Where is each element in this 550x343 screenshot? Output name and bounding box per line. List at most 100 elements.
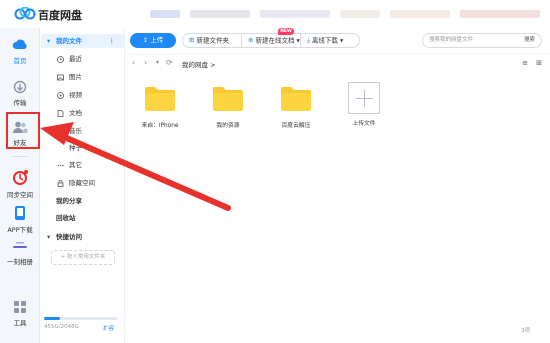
expand-storage-link[interactable]: 扩容 xyxy=(103,324,114,332)
transfer-icon xyxy=(13,80,27,94)
rail-item-app-download[interactable]: APP下载 xyxy=(0,205,40,234)
storage-usage-text: 455G/2048G xyxy=(44,324,79,330)
photo-album-icon xyxy=(13,242,27,248)
forward-arrow-icon[interactable]: › xyxy=(144,58,147,67)
more-options-icon[interactable]: ⋮ xyxy=(109,34,116,48)
sidebar-item-my-files[interactable]: ▾ 我的文件 ⋮ xyxy=(41,34,125,48)
storage-progress-fill xyxy=(44,317,61,320)
folder-icon xyxy=(145,87,175,111)
folder-icon xyxy=(213,87,243,111)
sidebar-item-torrents[interactable]: 种子 xyxy=(41,141,125,155)
sidebar-item-others[interactable]: 其它 xyxy=(41,158,125,172)
rail-item-tools[interactable]: 工具 xyxy=(0,300,40,327)
new-folder-icon: ⊞ xyxy=(189,36,195,44)
rail-item-sync-space[interactable]: 同步空间 xyxy=(0,170,40,199)
back-arrow-icon[interactable]: ‹ xyxy=(132,58,135,67)
blurred-area xyxy=(460,10,540,18)
sidebar-label-hidden-space: 隐藏空间 xyxy=(69,179,95,187)
offline-download-label: 离线下载 xyxy=(311,36,338,45)
file-name: 我的资源 xyxy=(216,123,240,129)
sidebar-label-torrents: 种子 xyxy=(69,144,82,152)
file-name: 上传文件 xyxy=(352,121,376,127)
doc-plus-icon: ⊕ xyxy=(248,36,254,44)
sidebar-label-music: 音乐 xyxy=(69,127,82,135)
blurred-area xyxy=(150,10,180,18)
upload-button[interactable]: ⇪ 上传 xyxy=(130,33,176,48)
folder-item[interactable]: 来自：iPhone xyxy=(130,84,190,129)
sidebar-item-recent[interactable]: 最近 xyxy=(41,52,125,66)
navigation-bar: ‹ › ▾ ⟳ 我的网盘 > ≡ ⊞ xyxy=(126,54,550,70)
search-input[interactable]: 搜索我的网盘文件 搜索 xyxy=(422,33,542,48)
blurred-area xyxy=(190,10,250,18)
sort-icon[interactable]: ≡ xyxy=(522,59,528,67)
sidebar-label-quick-access: 快捷访问 xyxy=(56,233,82,241)
rail-label-tools: 工具 xyxy=(13,319,27,327)
sidebar-item-recycle-bin[interactable]: 回收站 xyxy=(41,211,125,225)
search-button[interactable]: 搜索 xyxy=(524,34,535,47)
app-download-icon xyxy=(15,206,25,220)
sync-space-icon xyxy=(13,170,28,185)
sidebar-label-my-files: 我的文件 xyxy=(56,37,82,45)
sidebar-item-quick-access[interactable]: ▾ 快捷访问 xyxy=(41,230,125,244)
sidebar-item-my-share[interactable]: 我的分享 xyxy=(41,194,125,208)
blurred-area xyxy=(260,10,330,18)
upload-file-tile[interactable]: 上传文件 xyxy=(334,82,394,127)
sidebar-item-pictures[interactable]: 图片 xyxy=(41,70,125,84)
main-content: ⇪ 上传 ⊞ 新建文件夹 ⊕ 新建在线文档 ▾ NEW ⤓ 离线下载 ▾ 搜索我的网盘… xyxy=(126,28,550,343)
file-name: 百度云解压 xyxy=(281,123,311,129)
rail-item-photo-album[interactable]: 一刻相册 xyxy=(0,241,40,266)
download-icon: ⤓ xyxy=(307,36,310,44)
sidebar-item-hidden-space[interactable]: 隐藏空间 xyxy=(41,176,125,190)
sidebar-label-recycle-bin: 回收站 xyxy=(56,214,76,222)
sidebar-item-music[interactable]: 音乐 xyxy=(41,124,125,138)
search-placeholder: 搜索我的网盘文件 xyxy=(429,37,474,43)
breadcrumb[interactable]: 我的网盘 > xyxy=(182,59,216,69)
new-online-doc-button[interactable]: ⊕ 新建在线文档 ▾ xyxy=(241,33,301,48)
grid-view-icon[interactable]: ⊞ xyxy=(536,59,542,67)
home-cloud-icon xyxy=(12,39,27,49)
history-dropdown-icon[interactable]: ▾ xyxy=(156,59,159,66)
more-dots-icon xyxy=(57,164,64,167)
title-bar: 百度网盘 xyxy=(0,0,550,28)
new-badge: NEW xyxy=(278,28,294,35)
rail-label-app-download: APP下载 xyxy=(7,226,33,234)
rail-label-home: 首页 xyxy=(13,57,27,65)
rail-divider xyxy=(12,156,28,157)
sidebar-item-videos[interactable]: 视频 xyxy=(41,88,125,102)
storage-progress-bar xyxy=(44,317,118,320)
rail-label-photo-album: 一刻相册 xyxy=(7,258,33,266)
folder-item[interactable]: 我的资源 xyxy=(198,84,258,129)
sidebar-label-videos: 视频 xyxy=(69,91,82,99)
rail-label-transfer: 传输 xyxy=(13,99,27,107)
image-icon xyxy=(57,74,64,81)
app-title: 百度网盘 xyxy=(38,9,82,22)
tools-icon xyxy=(14,301,26,313)
left-rail: 首页 传输 好友 同步空间 APP下载 一刻相册 工具 xyxy=(0,28,40,343)
new-online-doc-label: 新建在线文档 xyxy=(255,36,295,45)
annotation-highlight-box xyxy=(6,112,40,149)
baidu-netdisk-logo xyxy=(14,7,36,20)
clock-icon xyxy=(57,56,64,63)
folder-icon xyxy=(281,87,311,111)
refresh-icon[interactable]: ⟳ xyxy=(166,58,173,67)
blurred-area xyxy=(390,10,450,18)
rail-item-transfer[interactable]: 传输 xyxy=(0,80,40,107)
item-count: 3项 xyxy=(521,328,530,334)
blurred-area xyxy=(340,10,380,18)
add-quick-folder-dropzone[interactable]: + 拖入常用文件夹 xyxy=(51,250,115,265)
chevron-down-icon: ▾ xyxy=(337,36,344,45)
plus-icon xyxy=(348,82,380,114)
lock-icon xyxy=(57,180,64,187)
sidebar-label-recent: 最近 xyxy=(69,55,82,63)
upload-label: 上传 xyxy=(150,36,164,44)
folder-item[interactable]: 百度云解压 xyxy=(266,84,326,129)
offline-download-button[interactable]: ⤓ 离线下载 ▾ xyxy=(300,33,360,48)
document-icon xyxy=(57,110,64,117)
sidebar-item-documents[interactable]: 文档 xyxy=(41,106,125,120)
file-name: 来自：iPhone xyxy=(141,123,179,129)
rail-item-home[interactable]: 首页 xyxy=(0,38,40,65)
sidebar-label-documents: 文档 xyxy=(69,109,82,117)
new-folder-button[interactable]: ⊞ 新建文件夹 xyxy=(182,33,242,48)
play-icon xyxy=(57,92,64,99)
chevron-down-icon: ▾ xyxy=(294,36,300,45)
